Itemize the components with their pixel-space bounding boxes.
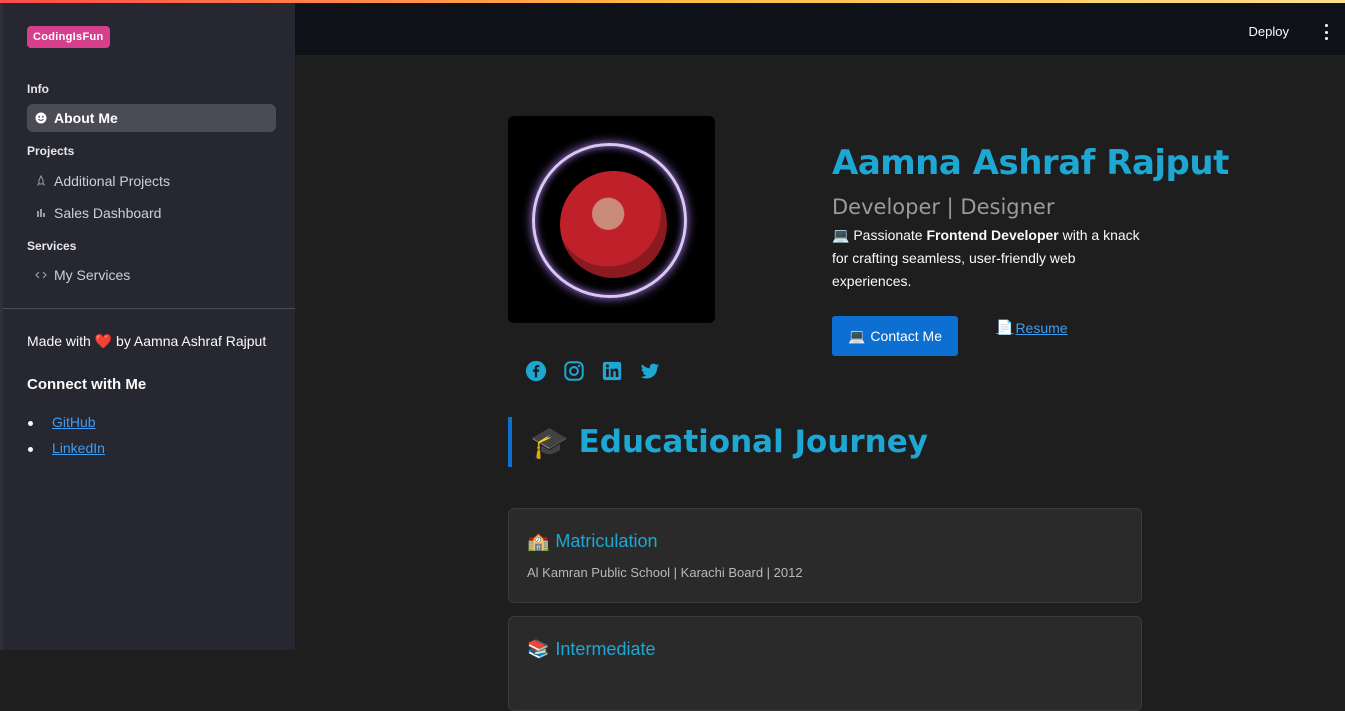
- bar-chart-icon: [35, 207, 47, 219]
- list-item: LinkedIn: [27, 440, 105, 466]
- laptop-icon: 💻: [847, 327, 866, 344]
- main-content: Aamna Ashraf Rajput Developer | Designer…: [295, 55, 1345, 711]
- code-icon: [35, 269, 47, 281]
- github-link[interactable]: GitHub: [52, 414, 96, 430]
- nav-section-projects: Projects: [27, 144, 75, 158]
- laptop-icon: 💻: [832, 227, 850, 243]
- sidebar-item-about-me[interactable]: About Me: [27, 104, 276, 132]
- smiley-icon: [35, 112, 47, 124]
- profile-photo-frame: [508, 116, 715, 323]
- profile-bio: 💻 Passionate Frontend Developer with a k…: [832, 224, 1142, 293]
- facebook-icon[interactable]: [525, 360, 547, 382]
- bio-text-bold: Frontend Developer: [926, 227, 1059, 243]
- document-icon: 📄: [996, 319, 1014, 335]
- education-title: Educational Journey: [578, 424, 928, 460]
- nav-section-info: Info: [27, 82, 49, 96]
- list-item: GitHub: [27, 414, 105, 440]
- profile-role: Developer | Designer: [832, 195, 1055, 219]
- top-decoration-bar: [0, 0, 1345, 3]
- sidebar-item-additional-projects[interactable]: Additional Projects: [27, 167, 276, 195]
- profile-photo-ring: [532, 143, 687, 298]
- rocket-icon: [35, 175, 47, 187]
- education-card: 🏫 Matriculation Al Kamran Public School |…: [508, 508, 1142, 603]
- sidebar: CodingIsFun Info About Me Projects Addit…: [0, 0, 298, 650]
- graduation-cap-icon: 🎓: [530, 424, 569, 461]
- card-title-text: Matriculation: [555, 531, 658, 551]
- resume-label: Resume: [1015, 319, 1068, 336]
- education-card: 📚 Intermediate: [508, 616, 1142, 711]
- sidebar-item-label: My Services: [54, 267, 131, 283]
- linkedin-icon[interactable]: [601, 360, 623, 382]
- profile-name: Aamna Ashraf Rajput: [832, 143, 1229, 183]
- connect-heading: Connect with Me: [27, 376, 147, 393]
- sidebar-item-label: Additional Projects: [54, 173, 170, 189]
- app-header: Deploy: [295, 0, 1345, 55]
- sidebar-item-my-services[interactable]: My Services: [27, 261, 276, 289]
- instagram-icon[interactable]: [563, 360, 585, 382]
- app-logo[interactable]: CodingIsFun: [27, 26, 110, 48]
- made-with-prefix: Made with: [27, 333, 91, 349]
- sidebar-item-label: About Me: [54, 110, 118, 126]
- contact-me-button[interactable]: 💻 Contact Me: [832, 316, 958, 356]
- sidebar-item-sales-dashboard[interactable]: Sales Dashboard: [27, 199, 276, 227]
- sidebar-divider: [3, 308, 298, 309]
- twitter-icon[interactable]: [639, 360, 661, 382]
- school-icon: 🏫: [527, 531, 550, 551]
- linkedin-link[interactable]: LinkedIn: [52, 440, 105, 456]
- more-menu-icon[interactable]: [1323, 24, 1329, 40]
- nav-section-services: Services: [27, 239, 77, 253]
- education-heading: 🎓 Educational Journey: [508, 417, 928, 467]
- resume-link[interactable]: 📄 Resume: [996, 319, 1068, 336]
- made-with-text: Made with ❤️ by Aamna Ashraf Rajput: [27, 333, 266, 350]
- deploy-button[interactable]: Deploy: [1249, 24, 1289, 39]
- education-card-title: 🏫 Matriculation: [527, 531, 657, 552]
- education-card-subtitle: Al Kamran Public School | Karachi Board …: [527, 565, 803, 580]
- contact-me-label: Contact Me: [870, 328, 943, 344]
- heart-icon: ❤️: [94, 333, 113, 349]
- made-with-suffix: by Aamna Ashraf Rajput: [116, 333, 267, 349]
- profile-photo: [560, 171, 667, 278]
- sidebar-item-label: Sales Dashboard: [54, 205, 162, 221]
- social-icons: [525, 360, 661, 382]
- connect-links: GitHub LinkedIn: [27, 414, 105, 466]
- bio-text-pre: Passionate: [853, 227, 923, 243]
